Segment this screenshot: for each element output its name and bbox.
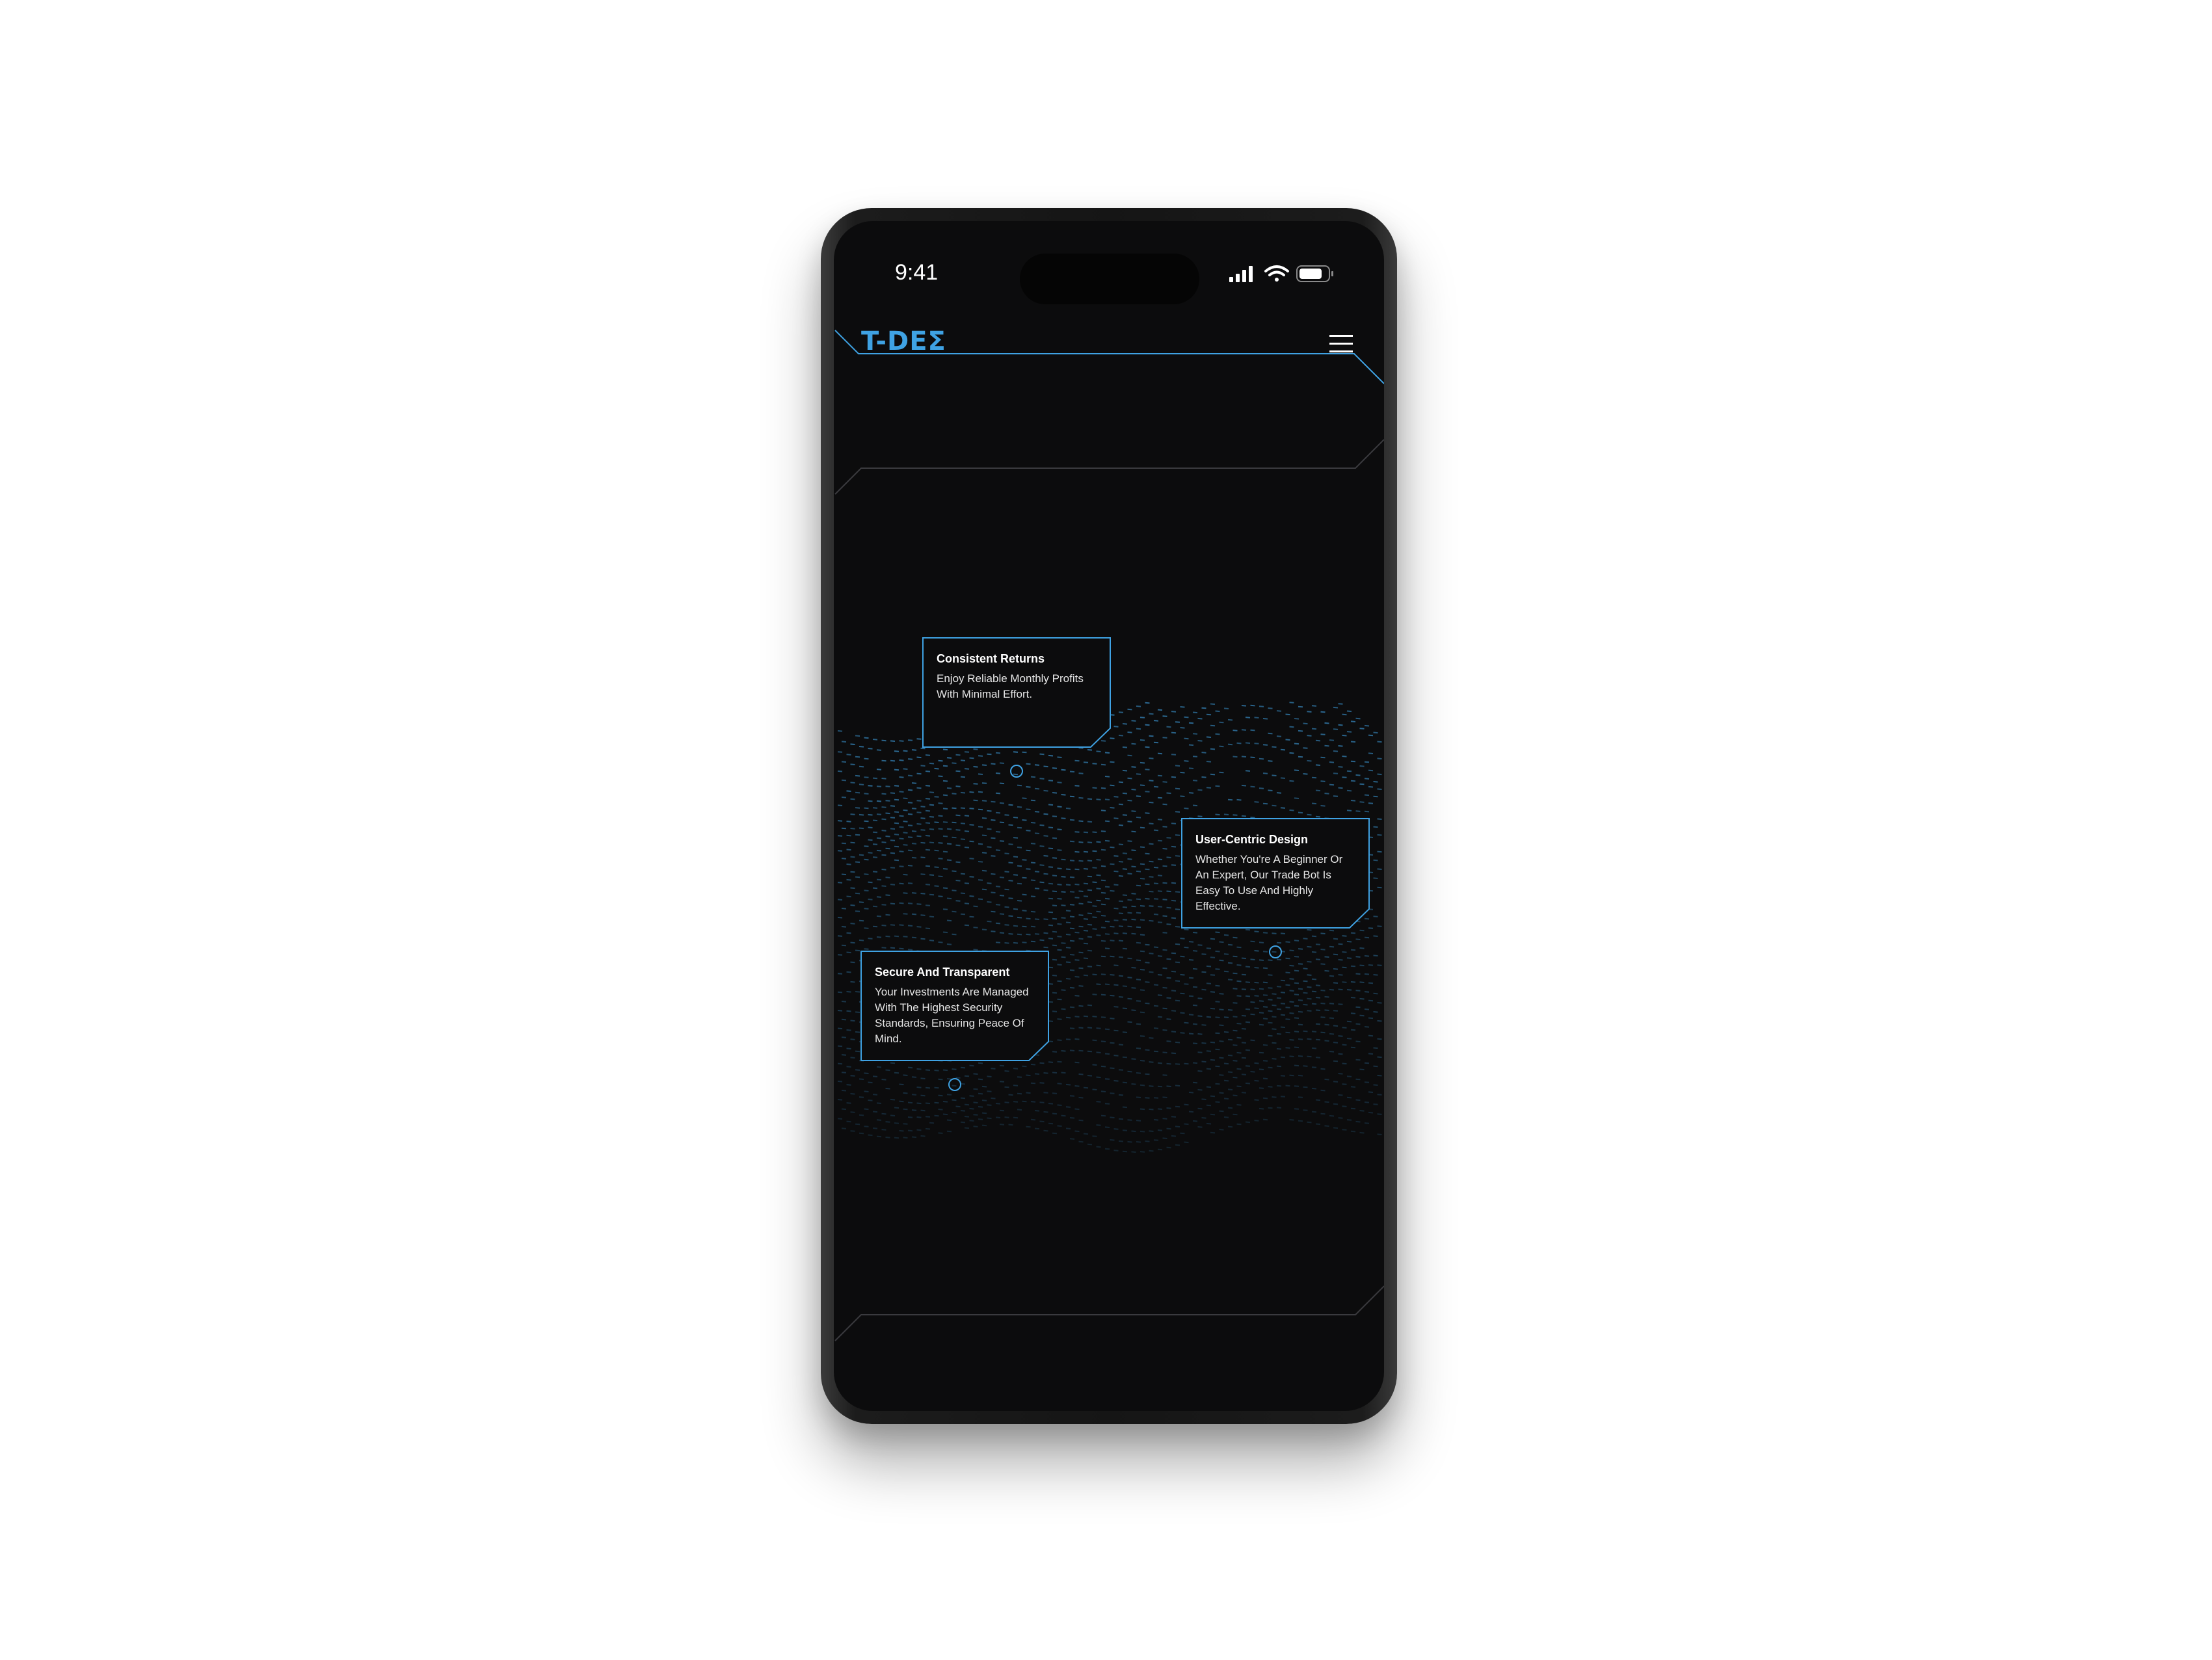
feature-description: Your Investments Are Managed With The Hi…	[875, 986, 1029, 1045]
battery-icon	[1296, 265, 1333, 282]
background-graphics	[834, 330, 1384, 1341]
brand-logo[interactable]: T-DEΣ	[861, 326, 946, 356]
feature-description: Whether You're A Beginner Or An Expert, …	[1195, 853, 1343, 912]
phone-frame: 9:41 T-DEΣ Consistent Returns Enjoy Reli…	[821, 208, 1397, 1424]
feature-description: Enjoy Reliable Monthly Profits With Mini…	[937, 672, 1084, 700]
feature-card-user-centric-design: User-Centric Design Whether You're A Beg…	[1181, 818, 1370, 929]
status-icons	[1229, 265, 1333, 282]
section-frame-top	[834, 439, 1384, 495]
feature-card-secure-and-transparent: Secure And Transparent Your Investments …	[860, 951, 1049, 1061]
feature-title: Secure And Transparent	[875, 966, 1010, 979]
phone-screen: 9:41 T-DEΣ Consistent Returns Enjoy Reli…	[834, 221, 1384, 1411]
feature-marker-dot	[1269, 945, 1282, 958]
status-time: 9:41	[895, 260, 939, 285]
section-frame-bottom	[834, 1285, 1384, 1341]
cellular-signal-icon	[1229, 266, 1253, 282]
wifi-icon	[1264, 265, 1289, 282]
dynamic-island	[1020, 254, 1199, 304]
feature-title: User-Centric Design	[1195, 833, 1309, 846]
feature-card-consistent-returns: Consistent Returns Enjoy Reliable Monthl…	[922, 637, 1111, 748]
feature-marker-dot	[948, 1078, 961, 1091]
feature-title: Consistent Returns	[937, 652, 1045, 665]
feature-marker-dot	[1010, 765, 1023, 778]
mockup-stage: 9:41 T-DEΣ Consistent Returns Enjoy Reli…	[0, 0, 2212, 1660]
hamburger-menu-icon[interactable]	[1328, 333, 1354, 355]
